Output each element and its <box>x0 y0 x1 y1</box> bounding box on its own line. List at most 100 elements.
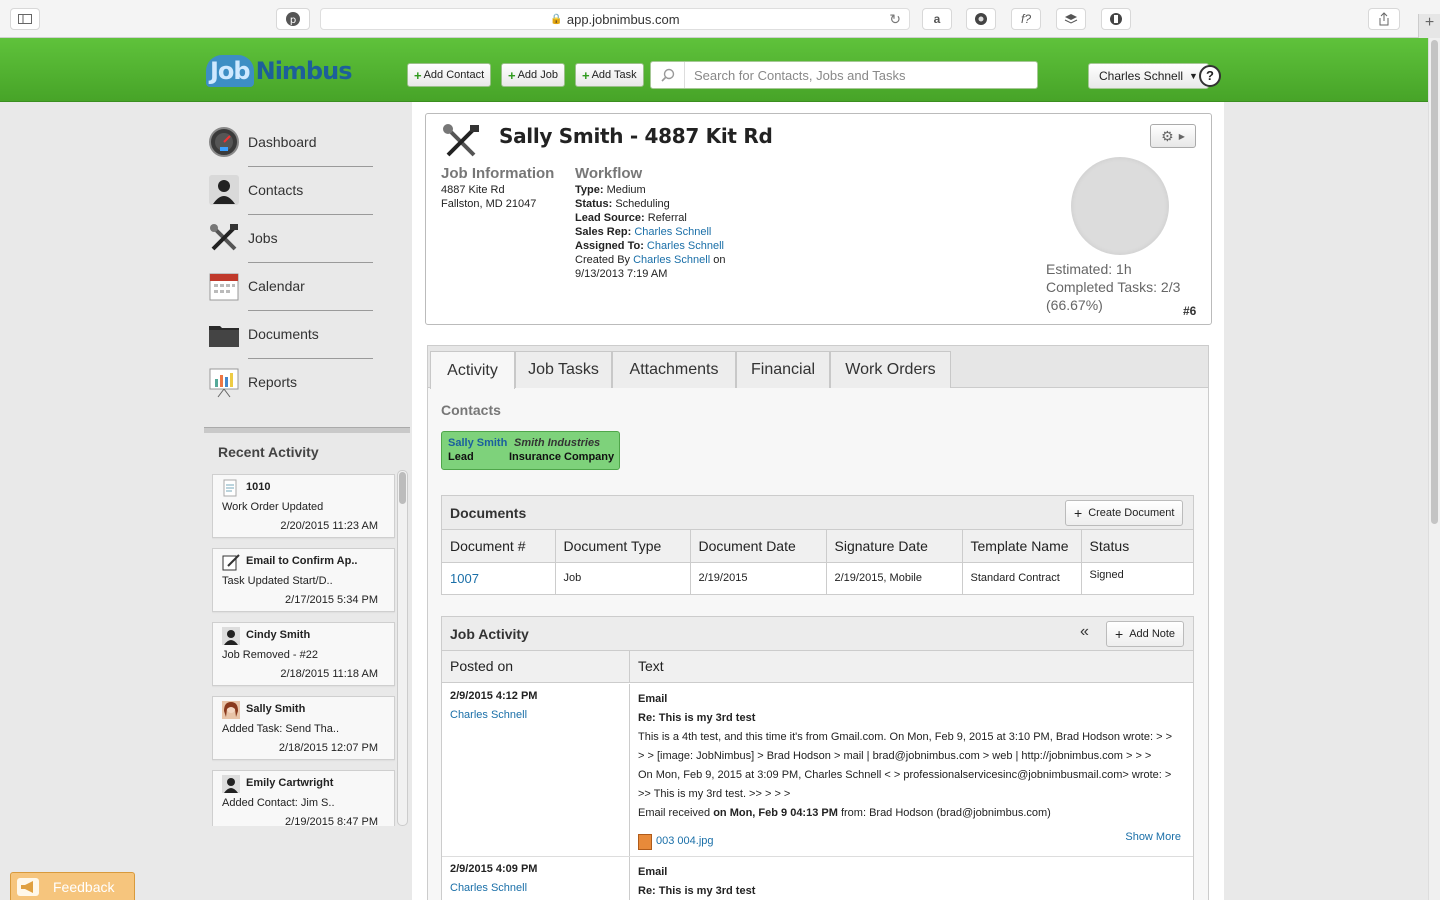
sidebar-item-calendar[interactable]: Calendar <box>208 262 374 310</box>
attachment-link[interactable]: 003 004.jpg <box>656 832 714 851</box>
search-input[interactable] <box>685 67 1025 83</box>
layers-extension-icon[interactable] <box>1056 8 1086 30</box>
pinterest-icon[interactable]: p <box>276 8 310 30</box>
created-by-link[interactable]: Charles Schnell <box>633 254 710 266</box>
record-extension-icon[interactable] <box>966 8 996 30</box>
recent-activity-item[interactable]: 1010 Work Order Updated 2/20/2015 11:23 … <box>212 474 395 538</box>
caret-right-icon: ▶ <box>1178 131 1185 141</box>
recent-activity-item[interactable]: Email to Confirm Ap.. Task Updated Start… <box>212 548 395 612</box>
job-information: Job Information 4887 Kite Rd Fallston, M… <box>441 165 554 211</box>
tab-activity[interactable]: Activity <box>430 351 515 389</box>
user-menu-button[interactable]: Charles Schnell ▼ <box>1088 63 1209 89</box>
recent-activity-subtitle: Job Removed - #22 <box>222 649 318 661</box>
job-information-heading: Job Information <box>441 165 555 182</box>
main-content: Sally Smith - 4887 Kit Rd ⚙ ▶ Job Informa… <box>412 102 1224 900</box>
address-bar[interactable]: 🔒 app.jobnimbus.com ↻ <box>320 8 910 30</box>
column-header[interactable]: Template Name <box>962 530 1082 563</box>
recent-activity-date: 2/20/2015 11:23 AM <box>280 520 378 532</box>
column-header[interactable]: Document Date <box>690 530 827 563</box>
sidebar-item-dashboard[interactable]: Dashboard <box>208 118 374 166</box>
created-date: 9/13/2013 7:19 AM <box>575 268 668 280</box>
document-number-link[interactable]: 1007 <box>450 571 479 586</box>
add-note-button[interactable]: + Add Note <box>1106 621 1185 647</box>
tools-icon <box>208 222 240 254</box>
tab-attachments[interactable]: Attachments <box>612 351 736 388</box>
email-received-line: Email received on Mon, Feb 9 04:13 PM fr… <box>638 804 1185 823</box>
sidebar-item-jobs[interactable]: Jobs <box>208 214 374 262</box>
workflow-status: Status: Scheduling <box>575 197 725 211</box>
search-icon[interactable] <box>651 62 685 88</box>
recent-activity-title: Sally Smith <box>246 703 306 715</box>
column-header[interactable]: Document # <box>442 530 556 563</box>
documents-panel: Documents + Create Document Document # Do… <box>441 495 1194 595</box>
plus-icon: + <box>1074 505 1083 521</box>
recent-activity-title: 1010 <box>246 481 271 493</box>
recent-activity-subtitle: Task Updated Start/D.. <box>222 575 333 587</box>
task-edit-icon <box>222 553 240 571</box>
jobnimbus-logo[interactable]: Job Nimbus <box>206 52 352 90</box>
column-header[interactable]: Document Type <box>555 530 691 563</box>
workflow-heading: Workflow <box>575 165 643 182</box>
add-contact-button[interactable]: + Add Contact <box>407 63 492 87</box>
table-row[interactable]: 1007 Job 2/19/2015 2/19/2015, Mobile Sta… <box>442 562 1193 594</box>
recent-activity-item[interactable]: Cindy Smith Job Removed - #22 2/18/2015 … <box>212 622 395 686</box>
feedback-button[interactable]: Feedback <box>10 872 135 900</box>
activity-text: Email Re: This is my 3rd test This is a … <box>630 684 1193 851</box>
tab-bar: Activity Job Tasks Attachments Financial… <box>428 346 1208 389</box>
document-icon <box>222 479 240 497</box>
sales-rep-link[interactable]: Charles Schnell <box>634 226 711 238</box>
reload-icon[interactable]: ↻ <box>889 11 901 28</box>
column-header[interactable]: Status <box>1081 530 1193 563</box>
page-scrollbar-thumb[interactable] <box>1431 40 1438 524</box>
megaphone-icon <box>17 877 39 896</box>
posted-on-header[interactable]: Posted on <box>442 651 630 683</box>
contact-card[interactable]: Sally Smith Lead Smith Industries Insura… <box>441 431 620 470</box>
person-icon <box>208 174 240 206</box>
workflow-section: Workflow Type: Medium Status: Scheduling… <box>575 165 725 281</box>
sidebar-item-contacts[interactable]: Contacts <box>208 166 374 214</box>
tab-job-tasks[interactable]: Job Tasks <box>515 351 612 388</box>
plus-icon: + <box>582 67 590 83</box>
sidebar-item-documents[interactable]: Documents <box>208 310 374 358</box>
activity-text: Email Re: This is my 3rd test <box>630 857 1193 900</box>
sidebar-item-reports[interactable]: Reports <box>208 358 374 406</box>
recent-activity-item[interactable]: Emily Cartwright Added Contact: Jim S.. … <box>212 770 395 826</box>
image-file-icon <box>638 833 652 850</box>
activity-author-link[interactable]: Charles Schnell <box>450 709 527 721</box>
contact-name-secondary[interactable]: Smith Industries <box>514 437 600 449</box>
create-document-button[interactable]: + Create Document <box>1065 500 1184 526</box>
help-button[interactable]: ? <box>1199 65 1221 87</box>
column-header[interactable]: Signature Date <box>826 530 963 563</box>
add-task-button[interactable]: + Add Task <box>575 63 644 87</box>
show-more-link[interactable]: Show More <box>1125 828 1181 847</box>
add-job-button[interactable]: + Add Job <box>501 63 565 87</box>
activity-body-line: On Mon, Feb 9, 2015 at 3:09 PM, Charles … <box>638 769 1172 781</box>
sidebar-toggle-icon[interactable] <box>10 8 40 30</box>
new-tab-button[interactable]: + <box>1418 14 1440 38</box>
page-scrollbar[interactable] <box>1428 38 1440 900</box>
tab-financial[interactable]: Financial <box>736 351 830 388</box>
collapse-double-chevron-icon[interactable]: « <box>1080 623 1089 641</box>
contact-name-primary[interactable]: Sally Smith <box>448 437 507 449</box>
created-on-label: on <box>713 254 726 266</box>
sidebar-item-label: Calendar <box>248 278 305 294</box>
recent-activity-subtitle: Added Task: Send Tha.. <box>222 723 340 735</box>
recent-activity-scrollbar[interactable] <box>397 470 408 826</box>
tab-work-orders[interactable]: Work Orders <box>830 351 951 388</box>
recent-activity-title: Emily Cartwright <box>246 777 334 789</box>
ghostery-extension-icon[interactable] <box>1101 8 1131 30</box>
activity-author-link[interactable]: Charles Schnell <box>450 882 527 894</box>
completed-tasks: Completed Tasks: 2/3 <box>1046 279 1181 295</box>
received-prefix: Email received <box>638 807 711 819</box>
job-settings-button[interactable]: ⚙ ▶ <box>1150 124 1196 148</box>
text-header[interactable]: Text <box>630 651 672 683</box>
share-icon[interactable] <box>1368 8 1400 30</box>
assigned-to-link[interactable]: Charles Schnell <box>647 240 724 252</box>
font-extension-icon[interactable]: f? <box>1011 8 1041 30</box>
recent-activity-item[interactable]: Sally Smith Added Task: Send Tha.. 2/18/… <box>212 696 395 760</box>
recent-activity-scrollbar-thumb[interactable] <box>399 472 406 504</box>
job-avatar[interactable] <box>1071 157 1169 255</box>
status-cell: Signed <box>1089 568 1124 581</box>
attachment[interactable]: 003 004.jpg <box>638 832 1185 851</box>
amazon-extension-icon[interactable]: a <box>922 8 952 30</box>
